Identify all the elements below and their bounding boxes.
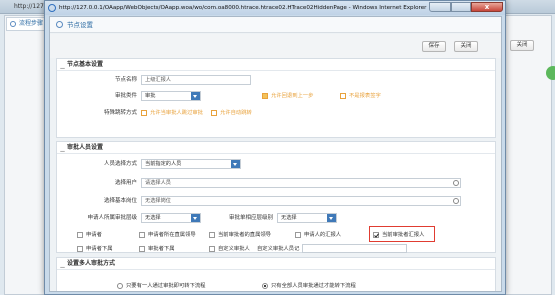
applicant-sub-label: 申请者下属 [86, 246, 113, 252]
dept-level-select[interactable]: 无选择 [141, 213, 201, 223]
maximize-button[interactable] [451, 2, 471, 12]
chevron-down-icon [191, 92, 200, 100]
approver-leader-checkbox[interactable] [209, 232, 215, 238]
no-print-checkbox[interactable] [340, 93, 346, 99]
ie-window: http://127.0.0.1/OAapp/WebObjects/OAapp.… [44, 0, 506, 295]
background-close-button[interactable]: 关闭 [510, 40, 534, 51]
gear-icon [10, 21, 16, 27]
section-title: 节点基本设置 [67, 61, 104, 68]
approver-sub-checkbox[interactable] [139, 246, 145, 252]
select-mode-label: 人员选择方式 [103, 161, 137, 167]
select-mode-select[interactable]: 当前指定的人员 [141, 159, 241, 169]
select-mode-value: 当前指定的人员 [145, 161, 182, 167]
no-print-label: 不是报表签字 [349, 93, 381, 99]
node-basic-section: — 节点基本设置 节点名称 上级汇报人 审批类件 审批 允许回退到上一步 不是报表… [56, 58, 496, 138]
special-opt2-label: 允许自动跳转 [220, 110, 252, 116]
multi-opt1-label: 只要有一人通过审批即可转下流程 [126, 283, 206, 289]
collapse-icon[interactable]: — [60, 63, 65, 75]
multi-opt1-radio[interactable] [117, 283, 123, 289]
custom-approver-input[interactable] [302, 244, 407, 253]
select-user-input[interactable]: 请选择人员 [141, 178, 461, 188]
approver-dept-value: 无选择 [281, 215, 297, 221]
applicant-reporter-checkbox[interactable] [295, 232, 301, 238]
approver-reporter-checkbox[interactable] [373, 232, 379, 238]
applicant-label: 申请者 [86, 232, 102, 238]
approver-section: — 审批人员设置 人员选择方式 当前指定的人员 选择用户 请选择人员 选择基本岗位… [56, 141, 496, 253]
approve-type-value: 审批 [145, 93, 156, 99]
settings-icon [56, 21, 63, 28]
multi-approve-section: — 设置多人审批方式 只要有一人通过审批即可转下流程 只有全部人员审批通过才能转下… [56, 257, 496, 291]
special-jump-label: 特殊跳转方式 [103, 110, 137, 116]
custom-approver-checkbox[interactable] [209, 246, 215, 252]
section-title: 审批人员设置 [67, 144, 104, 151]
check-icon [374, 233, 379, 238]
allow-back-label: 允许回退到上一步 [271, 93, 314, 99]
multi-opt2-label: 只有全部人员审批通过才能转下流程 [271, 283, 356, 289]
select-user-label: 选择用户 [114, 180, 137, 186]
page-content: 节点设置 保存 关闭 — 节点基本设置 节点名称 上级汇报人 审批类件 审批 允许… [49, 16, 502, 292]
window-titlebar: http://127.0.0.1/OAapp/WebObjects/OAapp.… [45, 1, 505, 15]
chevron-down-icon [231, 160, 240, 168]
gear-icon[interactable] [453, 198, 459, 204]
custom-field-label: 自定义审批人员记 [257, 246, 300, 252]
special-opt1-label: 允许当审批人跳过审批 [150, 110, 203, 116]
allow-back-checkbox[interactable] [262, 93, 268, 99]
approver-leader-label: 当前审批者的直属领导 [218, 232, 271, 238]
select-post-input[interactable]: 无选择岗位 [141, 196, 461, 206]
minimize-button[interactable] [429, 2, 451, 12]
collapse-icon[interactable]: — [60, 262, 65, 274]
section-header[interactable]: — 节点基本设置 [57, 59, 495, 72]
special-opt2-checkbox[interactable] [211, 110, 217, 116]
toolbar: 保存 关闭 [50, 34, 501, 58]
chevron-down-icon [191, 214, 200, 222]
page-title: 节点设置 [67, 21, 93, 29]
page-header: 节点设置 [50, 17, 501, 33]
dept-level-value: 无选择 [145, 215, 161, 221]
select-post-label: 选择基本岗位 [103, 198, 137, 204]
section-header[interactable]: — 审批人员设置 [57, 142, 495, 155]
window-title: http://127.0.0.1/OAapp/WebObjects/OAapp.… [59, 5, 427, 11]
special-opt1-checkbox[interactable] [141, 110, 147, 116]
approver-dept-label: 审批单相应层级别 [228, 215, 273, 221]
side-widget[interactable] [546, 66, 555, 80]
applicant-leader-checkbox[interactable] [139, 232, 145, 238]
multi-opt2-radio[interactable] [262, 283, 268, 289]
approver-dept-select[interactable]: 无选择 [277, 213, 337, 223]
approve-type-select[interactable]: 审批 [141, 91, 201, 101]
applicant-checkbox[interactable] [77, 232, 83, 238]
approve-type-label: 审批类件 [114, 93, 137, 99]
section-header[interactable]: — 设置多人审批方式 [57, 258, 495, 271]
window-close-button[interactable]: x [471, 2, 503, 12]
chevron-down-icon [327, 214, 336, 222]
collapse-icon[interactable]: — [60, 146, 65, 158]
close-button[interactable]: 关闭 [454, 41, 478, 52]
custom-approver-label: 自定义审批人 [218, 246, 250, 252]
applicant-sub-checkbox[interactable] [77, 246, 83, 252]
save-button[interactable]: 保存 [422, 41, 446, 52]
node-name-input[interactable]: 上级汇报人 [141, 75, 251, 85]
applicant-reporter-label: 申请人的汇报人 [304, 232, 342, 238]
gear-icon[interactable] [453, 180, 459, 186]
approver-sub-label: 审批者下属 [148, 246, 175, 252]
background-tab-label: 流程步骤 [19, 20, 44, 27]
section-title: 设置多人审批方式 [67, 260, 116, 267]
dept-level-label: 申请人所属审批层级 [87, 215, 137, 221]
applicant-leader-label: 申请者所在直属领导 [148, 232, 196, 238]
approver-reporter-label: 当前审批者汇报人 [382, 232, 425, 238]
node-name-label: 节点名称 [114, 77, 137, 83]
ie-icon [48, 4, 56, 12]
